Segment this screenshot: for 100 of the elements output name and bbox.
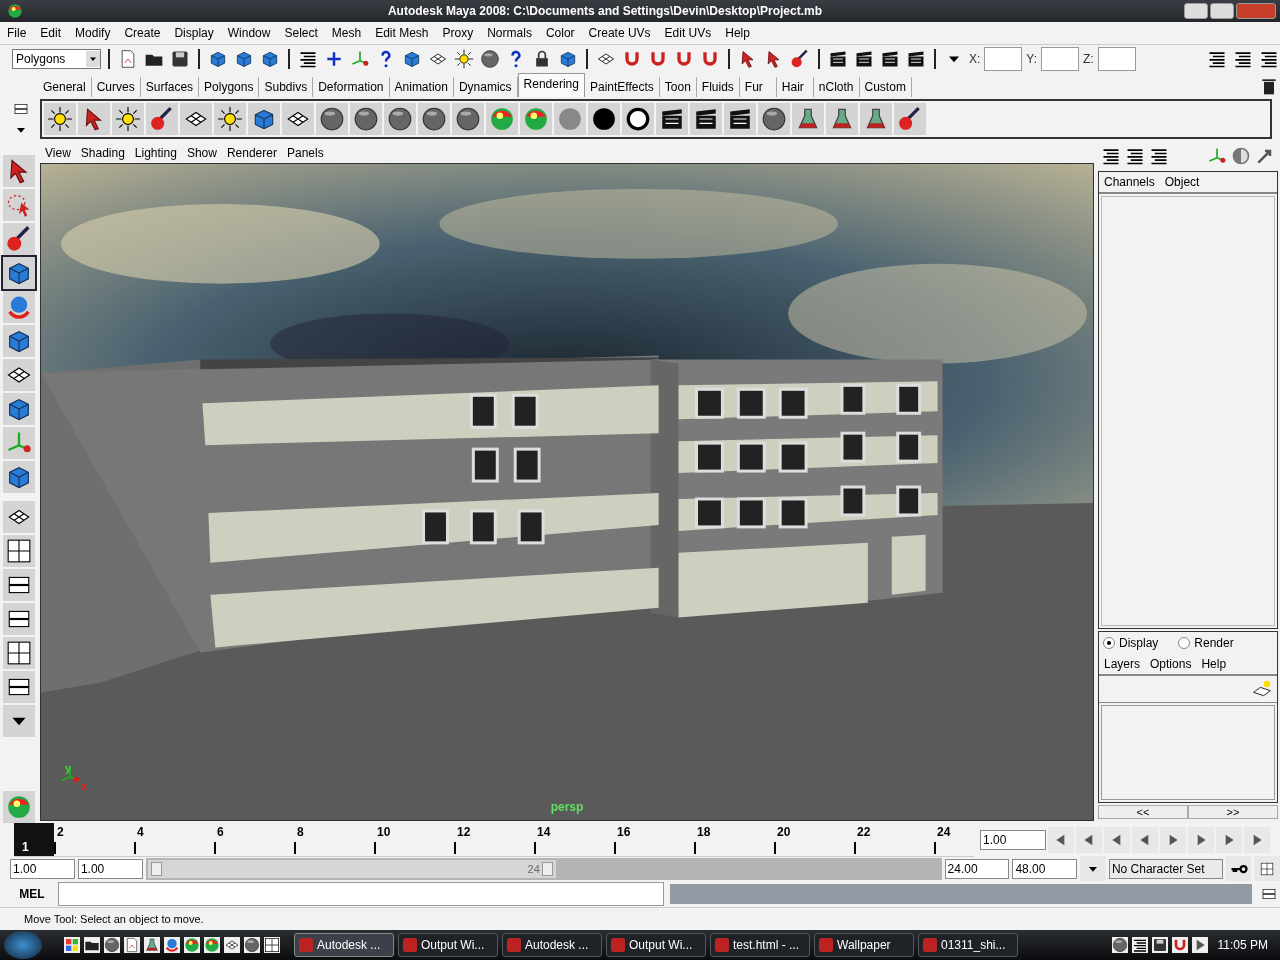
layer-menu[interactable]: Layers	[1099, 657, 1146, 671]
list-icon[interactable]	[1131, 937, 1148, 953]
sun-icon[interactable]	[44, 103, 76, 135]
ring-icon[interactable]	[622, 103, 654, 135]
sphere-icon[interactable]	[479, 48, 501, 70]
sphere-icon[interactable]	[104, 937, 120, 953]
range-end-field[interactable]: 24.00	[944, 859, 1010, 879]
viewport-menu-item[interactable]: Lighting	[129, 146, 182, 160]
caret-icon[interactable]	[86, 51, 100, 67]
scroll-button[interactable]: >>	[1188, 805, 1278, 819]
current-time-field[interactable]: 1.00	[980, 830, 1046, 850]
color-sphere-icon[interactable]	[184, 937, 200, 953]
taskbar-button[interactable]: 01311_shi...	[918, 933, 1018, 957]
brush-icon[interactable]	[789, 48, 811, 70]
flask-icon[interactable]	[860, 103, 892, 135]
coordinate-field[interactable]	[984, 47, 1023, 71]
menu-item[interactable]: Modify	[68, 26, 118, 40]
panel-layout-icon[interactable]	[3, 569, 35, 601]
menu-item[interactable]: File	[0, 26, 34, 40]
step-back-icon[interactable]	[1076, 827, 1102, 853]
menu-item[interactable]: Mesh	[324, 26, 369, 40]
coordinate-field[interactable]	[1041, 47, 1080, 71]
taskbar-button[interactable]: Output Wi...	[398, 933, 498, 957]
current-frame-marker[interactable]: 1	[14, 823, 54, 856]
caret-icon[interactable]	[3, 705, 35, 737]
clapperboard-icon[interactable]	[690, 103, 722, 135]
cube-icon[interactable]	[3, 257, 35, 289]
panel-layout-icon[interactable]	[264, 937, 280, 953]
play-icon[interactable]	[1216, 827, 1242, 853]
range-slider-bar[interactable]: 24	[147, 860, 556, 878]
flask-icon[interactable]	[792, 103, 824, 135]
caret-icon[interactable]	[1080, 856, 1106, 882]
taskbar-button[interactable]: test.html - ...	[710, 933, 810, 957]
sphere-icon[interactable]	[1111, 937, 1128, 953]
step-back-icon[interactable]	[1104, 827, 1130, 853]
windows-logo-icon[interactable]	[64, 937, 80, 953]
range-start-field[interactable]: 1.00	[77, 859, 143, 879]
menu-item[interactable]: Select	[277, 26, 325, 40]
layer-menu[interactable]: Options	[1145, 657, 1197, 671]
channel-box-menu[interactable]: Object	[1159, 175, 1205, 189]
menu-item[interactable]: Create	[117, 26, 168, 40]
panel-layout-icon[interactable]	[3, 637, 35, 669]
cube-icon[interactable]	[3, 325, 35, 357]
scroll-button[interactable]: <<	[1098, 805, 1188, 819]
menu-item[interactable]: Edit	[33, 26, 69, 40]
taskbar-button[interactable]: Autodesk ...	[502, 933, 602, 957]
rotate-icon[interactable]	[3, 291, 35, 323]
play-icon[interactable]	[1191, 937, 1208, 953]
slider-handle[interactable]	[541, 862, 553, 876]
slider-handle[interactable]	[150, 862, 162, 876]
cube-icon[interactable]	[3, 461, 35, 493]
brush-icon[interactable]	[146, 103, 178, 135]
rotate-icon[interactable]	[164, 937, 180, 953]
sun-icon[interactable]	[112, 103, 144, 135]
clapperboard-icon[interactable]	[656, 103, 688, 135]
play-icon[interactable]	[1244, 827, 1270, 853]
character-set-field[interactable]: No Character Set	[1108, 859, 1223, 879]
grid-plane-icon[interactable]	[3, 359, 35, 391]
taskbar-button[interactable]: Autodesk ...	[294, 933, 394, 957]
axes-icon[interactable]	[3, 427, 35, 459]
menu-item[interactable]: Normals	[480, 26, 539, 40]
menu-item[interactable]: Create UVs	[581, 26, 658, 40]
sun-icon[interactable]	[453, 48, 475, 70]
menu-item[interactable]: Display	[167, 26, 221, 40]
viewport-menu-item[interactable]: Show	[181, 146, 222, 160]
magnet-icon[interactable]	[1171, 937, 1188, 953]
play-icon[interactable]	[1160, 827, 1186, 853]
brush-icon[interactable]	[894, 103, 926, 135]
viewport-menu-item[interactable]: View	[40, 146, 76, 160]
end-time-field[interactable]: 48.00	[1012, 859, 1078, 879]
command-field[interactable]	[58, 882, 664, 906]
save-icon[interactable]	[1151, 937, 1168, 953]
panel-layout-icon[interactable]	[3, 603, 35, 635]
clapperboard-icon[interactable]	[724, 103, 756, 135]
sun-icon[interactable]	[214, 103, 246, 135]
menu-item[interactable]: Window	[220, 26, 278, 40]
taskbar-button[interactable]: Output Wi...	[606, 933, 706, 957]
grid-plane-icon[interactable]	[224, 937, 240, 953]
key-icon[interactable]	[1225, 856, 1252, 882]
folder-icon[interactable]	[84, 937, 100, 953]
coordinate-field[interactable]	[1097, 47, 1136, 71]
sphere-icon[interactable]	[244, 937, 260, 953]
grid-plane-icon[interactable]	[282, 103, 314, 135]
radio-button[interactable]: Render	[1178, 636, 1234, 650]
start-button[interactable]	[4, 931, 42, 959]
channel-box-menu[interactable]: Channels	[1099, 175, 1160, 189]
flask-icon[interactable]	[826, 103, 858, 135]
menu-item[interactable]: Edit UVs	[657, 26, 719, 40]
step-back-icon[interactable]	[1132, 827, 1158, 853]
grid-plane-icon[interactable]	[3, 501, 35, 533]
menu-item[interactable]: Proxy	[435, 26, 481, 40]
start-time-field[interactable]: 1.00	[10, 859, 75, 879]
panel-layout-icon[interactable]	[3, 535, 35, 567]
maximize-button[interactable]	[1210, 3, 1234, 19]
menu-item[interactable]: Color	[538, 26, 582, 40]
viewport-menu-item[interactable]: Panels	[281, 146, 329, 160]
color-sphere-icon[interactable]	[204, 937, 220, 953]
step-back-icon[interactable]	[1048, 827, 1074, 853]
viewport-menu-item[interactable]: Shading	[75, 146, 130, 160]
lasso-icon[interactable]	[3, 189, 35, 221]
